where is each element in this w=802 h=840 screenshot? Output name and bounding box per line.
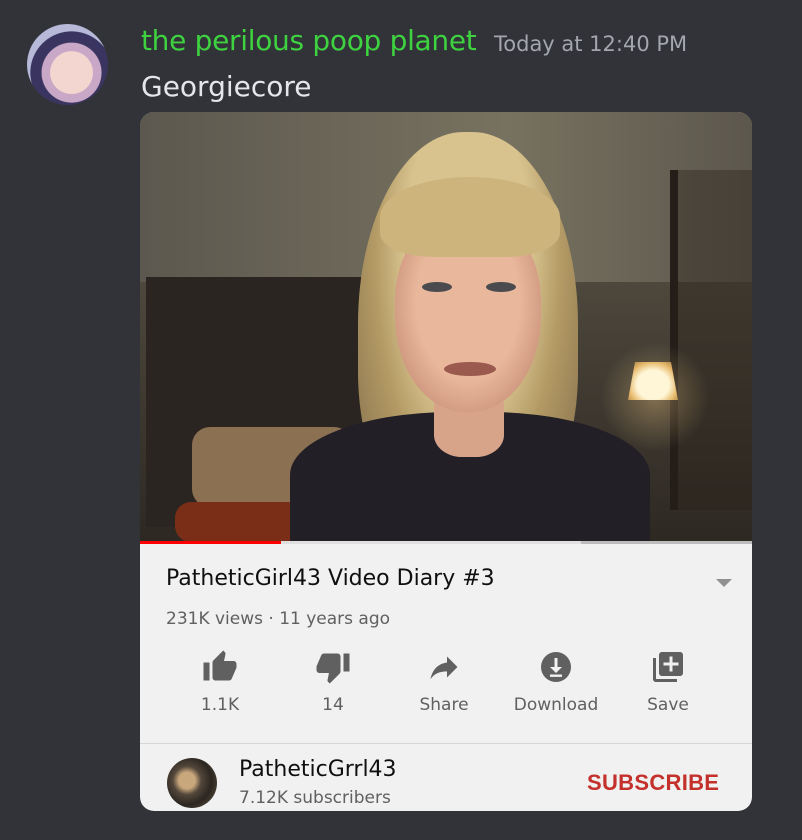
share-label: Share — [419, 695, 469, 715]
message-timestamp: Today at 12:40 PM — [494, 32, 688, 56]
playlist-add-icon — [653, 652, 683, 682]
video-player[interactable] — [140, 112, 752, 541]
share-button[interactable]: Share — [388, 649, 500, 724]
channel-name[interactable]: PatheticGrrl43 — [239, 757, 397, 782]
channel-avatar[interactable] — [167, 758, 217, 808]
username[interactable]: the perilous poop planet — [141, 24, 477, 57]
dislike-count: 14 — [322, 695, 344, 715]
chevron-down-icon[interactable] — [716, 579, 732, 587]
youtube-embed: PatheticGirl43 Video Diary #3 231K views… — [140, 112, 752, 811]
download-label: Download — [513, 695, 599, 715]
subscriber-count: 7.12K subscribers — [239, 788, 391, 808]
save-label: Save — [647, 695, 689, 715]
download-button[interactable]: Download — [500, 649, 612, 724]
download-icon — [541, 652, 571, 682]
user-avatar[interactable] — [27, 24, 108, 105]
share-arrow-icon — [430, 656, 458, 679]
subscribe-button[interactable]: SUBSCRIBE — [587, 770, 719, 796]
divider — [140, 743, 752, 744]
like-button[interactable]: 1.1K — [164, 649, 276, 724]
thumbs-down-icon — [316, 653, 350, 684]
save-button[interactable]: Save — [612, 649, 724, 724]
video-actions: 1.1K 14 Share Download Save — [140, 649, 752, 724]
like-count: 1.1K — [200, 695, 240, 715]
thumbs-up-icon — [203, 650, 237, 681]
video-progress-bar[interactable] — [140, 541, 752, 544]
video-title[interactable]: PatheticGirl43 Video Diary #3 — [166, 566, 495, 591]
message-text: Georgiecore — [141, 70, 312, 103]
video-progress-fill — [140, 541, 281, 544]
video-meta: 231K views · 11 years ago — [166, 609, 391, 629]
dislike-button[interactable]: 14 — [277, 649, 389, 724]
